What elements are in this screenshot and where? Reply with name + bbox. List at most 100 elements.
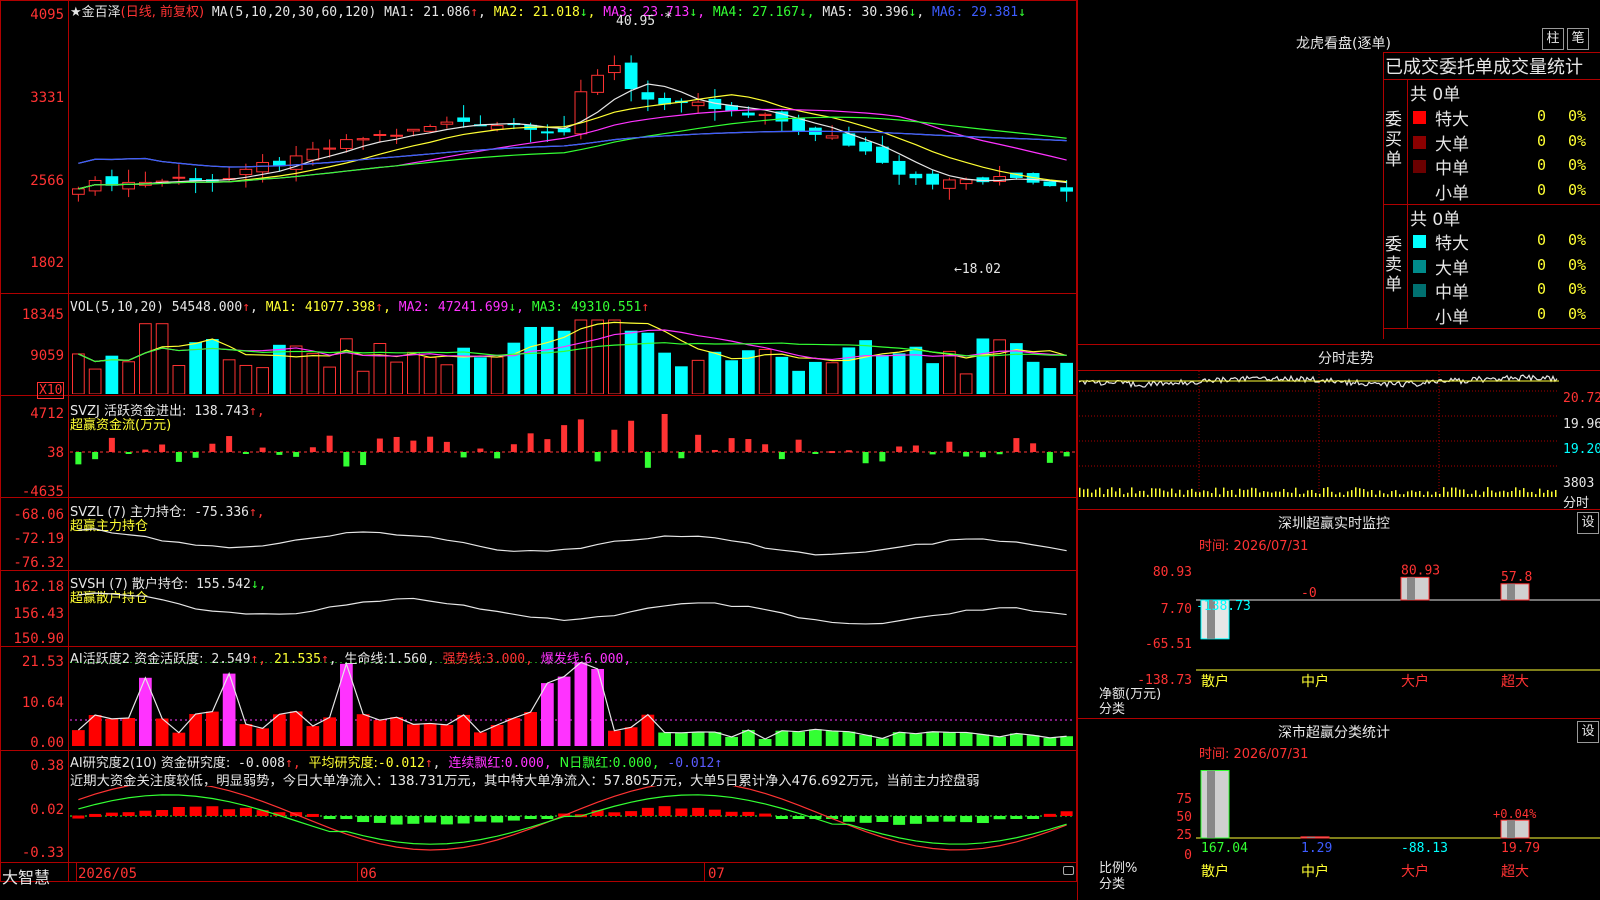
bar-value-label: 80.93 [1401, 563, 1440, 578]
candle-body [557, 128, 571, 133]
date-label: 2026/05 [78, 866, 138, 882]
intraday-vol-bar [1319, 493, 1321, 497]
flow-bar [644, 452, 651, 468]
order-size-label: 大单 [1435, 258, 1469, 279]
intraday-vol-bar [1463, 489, 1465, 497]
intraday-vol-bar [1307, 490, 1309, 497]
research-bar [658, 806, 671, 816]
lhb-title: 龙虎看盘(逐单) [1296, 36, 1391, 52]
ma-item: MA1: 21.086↑, [384, 5, 494, 20]
flow-bar [527, 433, 534, 452]
class-bar-chart: 167.04 散户 1.29 中户 -88.13 大户 19.79 超大 +0.04% [1196, 770, 1600, 880]
lock-icon[interactable] [1063, 866, 1074, 875]
order-size-label: 中单 [1435, 283, 1469, 303]
intraday-vol-bar [1527, 492, 1529, 497]
position-line [78, 592, 1067, 625]
bar-value-label: -138.73 [1196, 599, 1251, 614]
intraday-vol-bar [1471, 493, 1473, 497]
legend-swatch [1413, 135, 1426, 149]
candle-body [825, 135, 839, 139]
candlestick-chart[interactable] [70, 20, 1075, 292]
intraday-vol-bar [1371, 490, 1373, 497]
activity-bar [239, 724, 253, 746]
activity-bar [943, 732, 956, 746]
lhb-vsep [1407, 79, 1408, 328]
volume-bar [809, 361, 822, 394]
candle-body [959, 179, 973, 185]
intraday-vol-bar [1367, 491, 1369, 497]
flow-bar [92, 452, 99, 460]
activity-bar [1043, 737, 1057, 746]
flow-bar [376, 438, 383, 452]
flow-bar [175, 452, 182, 462]
class-settings-button[interactable]: 设 [1577, 721, 1599, 743]
intraday-vol-bar [1503, 490, 1505, 497]
intraday-vol-bar [1539, 488, 1541, 497]
activity-bar [909, 733, 923, 746]
lhb-header: 已成交委托单成交量统计 [1385, 57, 1583, 78]
vol-unit: X10 [37, 382, 65, 399]
intraday-chart[interactable] [1079, 371, 1559, 507]
candle-body [574, 91, 588, 135]
candle-body [490, 125, 504, 130]
intraday-vol-bar [1551, 491, 1553, 497]
intraday-vol-bar [1431, 494, 1433, 497]
activity-bar [273, 714, 286, 746]
research-bar [759, 813, 772, 817]
monitor-settings-button[interactable]: 设 [1577, 512, 1599, 534]
intraday-vol-bar [1339, 492, 1341, 497]
vol-value: 54548.000 [171, 300, 243, 315]
date-tick [357, 863, 358, 882]
lhb-bottom [1383, 328, 1600, 329]
intraday-vol-bar [1271, 492, 1273, 497]
period-label[interactable]: (日线, 前复权) [121, 5, 204, 20]
research-bar [692, 807, 705, 816]
buy-total: 共 0单 [1410, 85, 1461, 105]
activity-bar [792, 731, 805, 746]
volume-bar [1043, 368, 1057, 394]
volume-bar [139, 323, 152, 394]
intraday-vol-bar [1495, 492, 1497, 497]
volume-bar [490, 356, 504, 394]
volume-bar [658, 352, 671, 394]
intraday-vol-bar [1267, 491, 1269, 497]
intraday-vol-bar [1119, 488, 1121, 497]
pen-button[interactable]: 笔 [1567, 28, 1589, 50]
intraday-vol-bar [1451, 487, 1453, 497]
bar-button[interactable]: 柱 [1542, 28, 1564, 50]
flow-bar [879, 452, 886, 462]
intraday-y-label: 19.96 [1563, 417, 1600, 432]
candle-body [340, 139, 353, 149]
flow-bar [360, 452, 367, 466]
intraday-vol-bar [1447, 491, 1449, 497]
volume-bar [1060, 362, 1073, 394]
intraday-vol-bar [1323, 488, 1325, 497]
intraday-vol-bar [1299, 494, 1301, 497]
intraday-vol-bar [1423, 494, 1425, 497]
flow-bar [862, 452, 869, 464]
category-bar [1400, 576, 1430, 601]
volume-bar [892, 353, 906, 394]
activity-bar [1010, 733, 1023, 746]
intraday-vol-bar [1191, 488, 1193, 497]
intraday-vol-bar [1115, 491, 1117, 497]
class-title: 深市超赢分类统计 [1278, 725, 1390, 741]
svsh-y-label: 150.90 [13, 631, 64, 647]
flow-bar [192, 452, 199, 458]
intraday-vol-bar [1399, 494, 1401, 497]
ai-research-y-label: 0.02 [30, 802, 64, 818]
candle-body [909, 173, 923, 179]
intraday-vol-bar [1183, 494, 1185, 497]
volume-bar [641, 332, 655, 394]
flow-bar [443, 441, 450, 452]
volume-bar [340, 338, 353, 394]
ma-item: MA3: 49310.551↑ [531, 300, 650, 315]
activity-bar [356, 714, 370, 746]
intraday-vol-bar [1499, 491, 1501, 497]
volume-bar [926, 363, 939, 394]
intraday-vol-bar [1335, 494, 1337, 497]
flow-bar [242, 452, 249, 454]
class-y-label: 25 [1176, 828, 1192, 843]
n-red-value: 0.000, [612, 756, 660, 771]
category-label: 大户 [1401, 673, 1429, 690]
